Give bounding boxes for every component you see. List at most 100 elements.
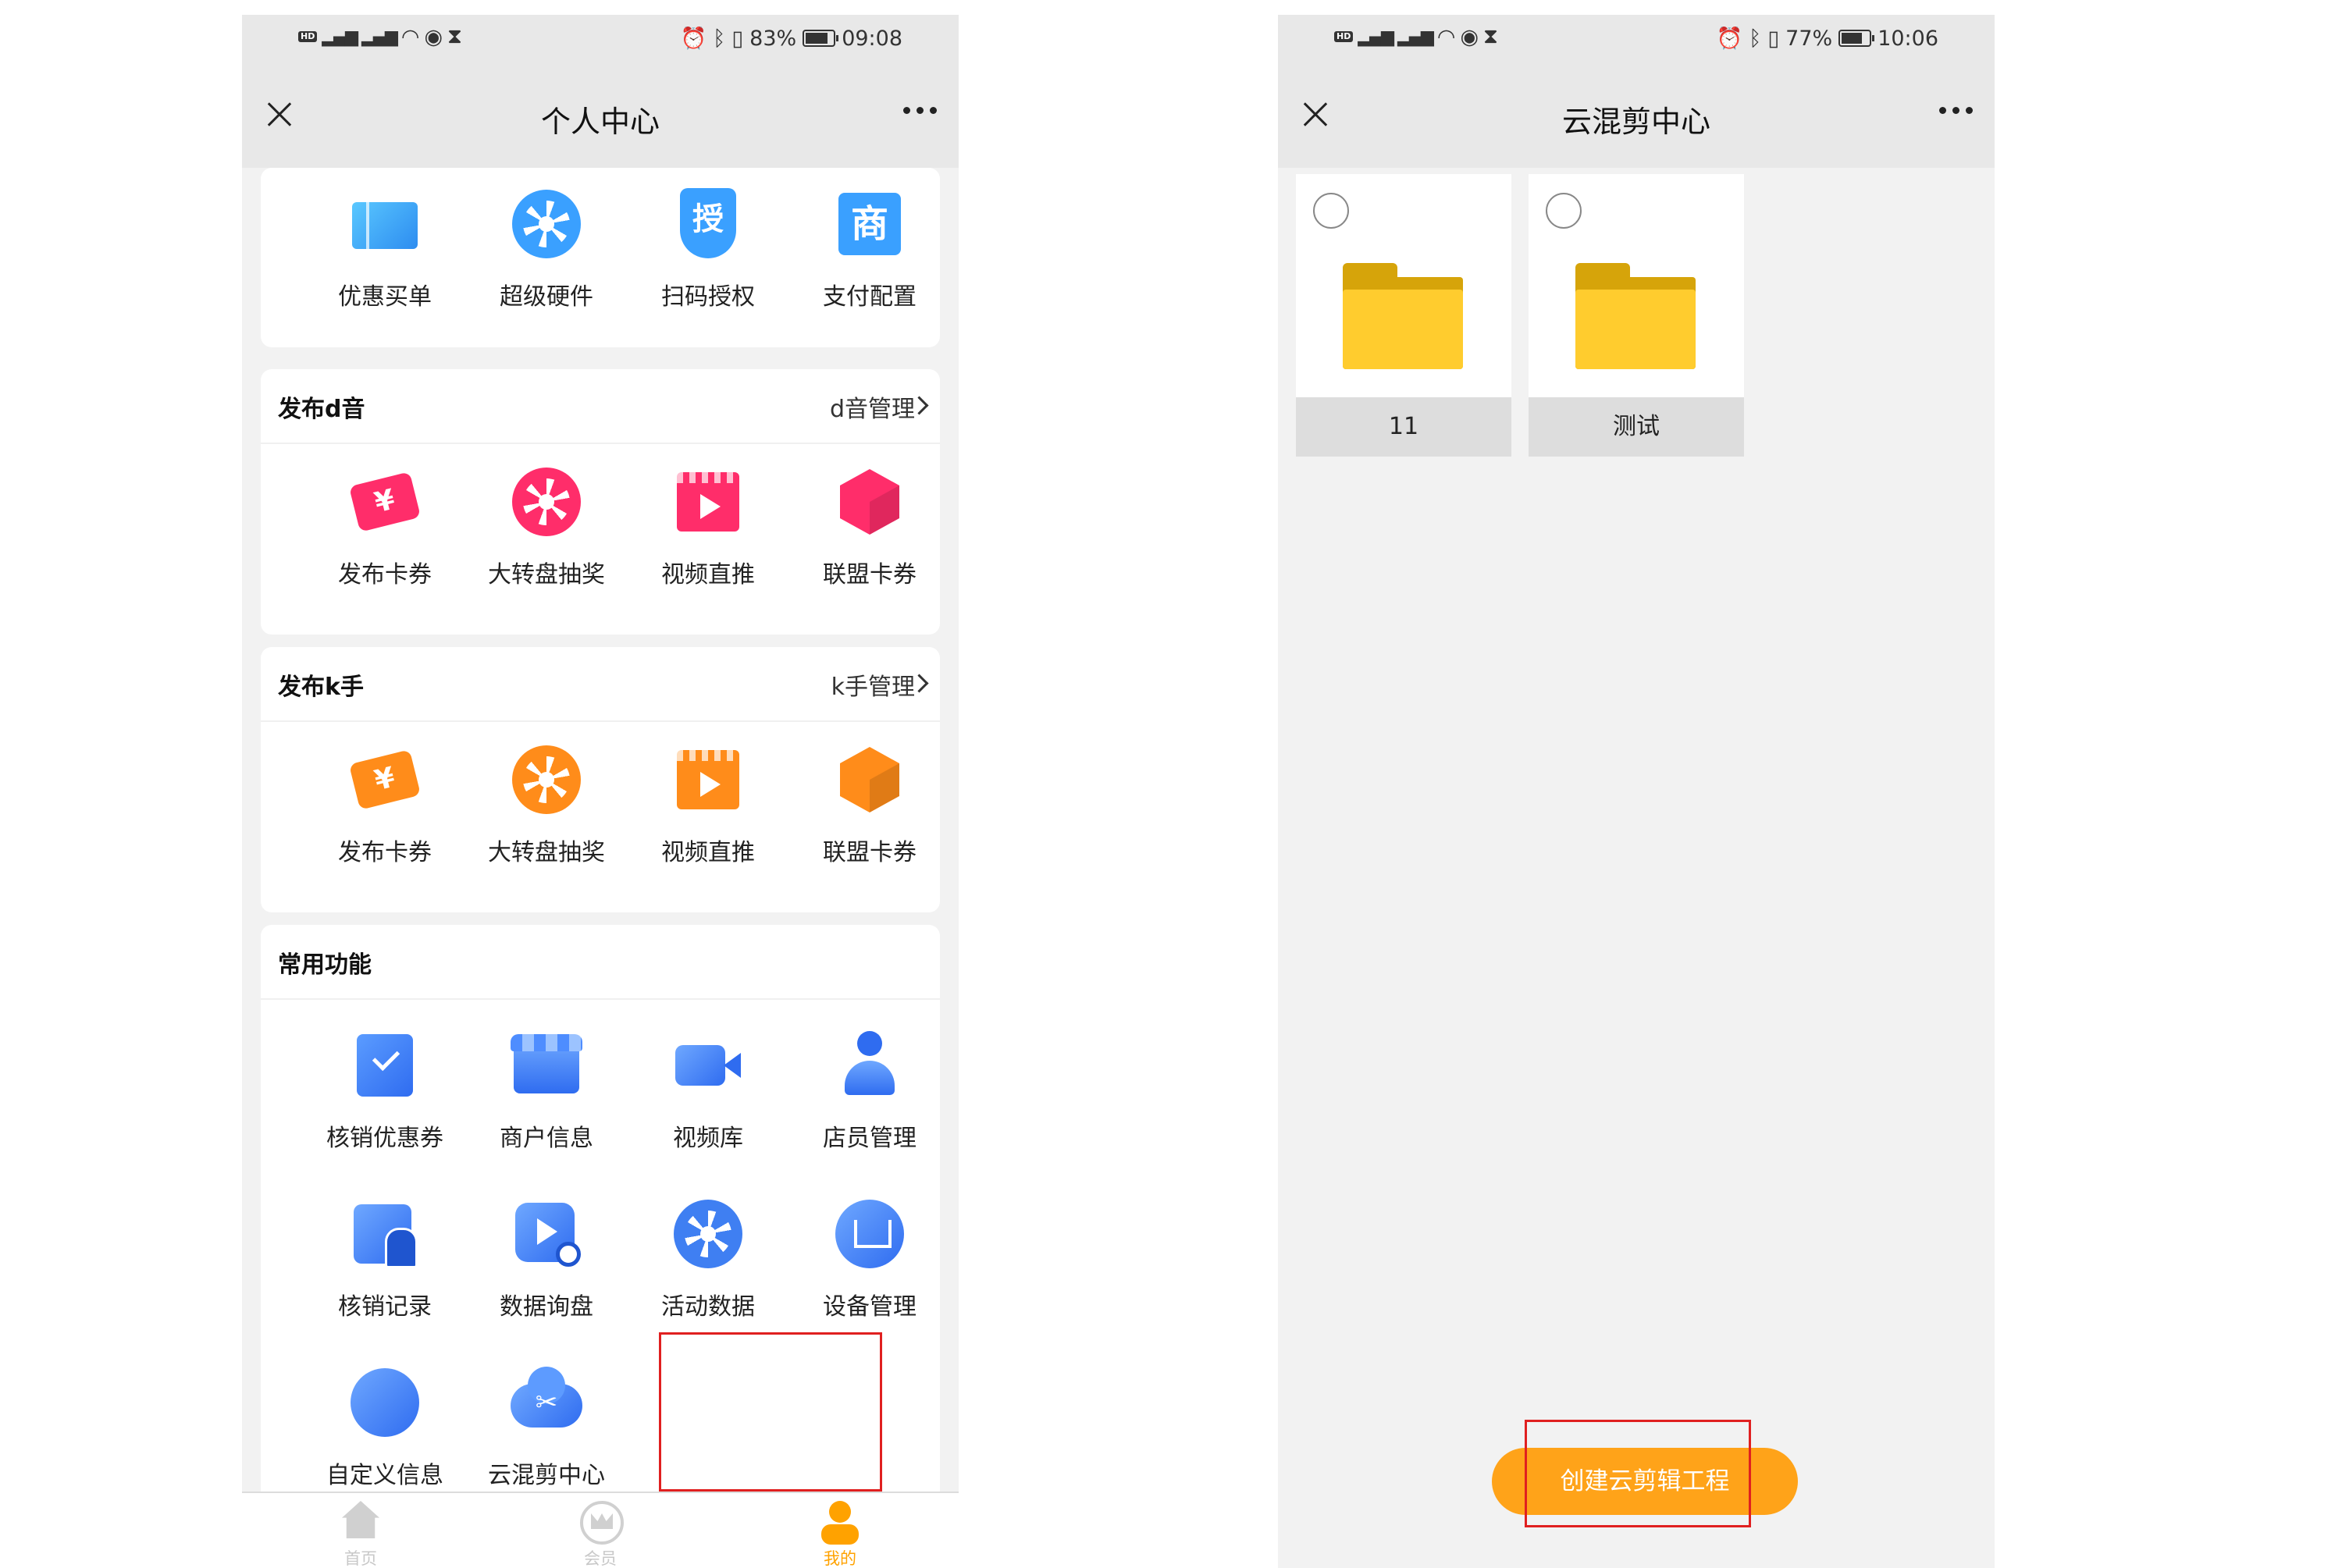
status-time: 10:06 bbox=[1878, 26, 1938, 51]
cube-icon bbox=[840, 469, 899, 535]
grid-item-shanghu-xinxi[interactable]: 商户信息 bbox=[464, 1029, 628, 1153]
alarm-icon: ⏰ bbox=[680, 27, 707, 51]
grid-item-label: 优惠买单 bbox=[338, 283, 432, 311]
tab-label: 首页 bbox=[344, 1549, 377, 1568]
hourglass-icon: ⧗ bbox=[1483, 24, 1498, 48]
grid-item-fabu-kaquan[interactable]: ¥ 发布卡券 bbox=[303, 466, 467, 589]
folder-card[interactable]: 测试 bbox=[1529, 174, 1744, 457]
status-bar: HD ▂▄▆ ▂▄▆ ◠ ◉ ⧗ ⏰ ᛒ ▯ 83% 09:08 bbox=[242, 15, 959, 71]
page-title: 个人中心 bbox=[540, 105, 660, 139]
battery-percent: 83% bbox=[749, 26, 797, 51]
ticket-icon bbox=[352, 202, 418, 249]
record-icon bbox=[354, 1204, 418, 1268]
grid-item-label: 自定义信息 bbox=[326, 1462, 443, 1489]
eye-icon: ◉ bbox=[424, 24, 443, 49]
tab-label: 会员 bbox=[584, 1549, 617, 1568]
grid-item-label: 联盟卡券 bbox=[823, 561, 917, 588]
select-radio[interactable] bbox=[1546, 193, 1582, 229]
tab-vip[interactable]: 会员 bbox=[546, 1501, 655, 1568]
content-scroll[interactable]: 优惠买单 超级硬件 授 扫码授权 商 支付配置 发布d音 d音管理 ¥ 发布卡券… bbox=[242, 168, 959, 1492]
grid-item-saoma[interactable]: 授 扫码授权 bbox=[626, 188, 790, 311]
grid-item-lianmeng[interactable]: 联盟卡券 bbox=[788, 466, 952, 589]
grid-item-shipinku[interactable]: 视频库 bbox=[626, 1029, 790, 1153]
battery-icon bbox=[803, 30, 839, 47]
staff-icon bbox=[845, 1031, 895, 1100]
signal-icon: ▂▄▆ bbox=[1358, 27, 1394, 47]
grid-item-lianmeng[interactable]: 联盟卡券 bbox=[788, 744, 952, 867]
grid-item-label: 核销优惠券 bbox=[326, 1125, 443, 1152]
card-header: 常用功能 bbox=[261, 925, 940, 1000]
hd-badge: HD bbox=[298, 31, 318, 42]
card-manage-link[interactable]: d音管理 bbox=[830, 389, 915, 424]
card-douyin: 发布d音 d音管理 ¥ 发布卡券 大转盘抽奖 视频直推 联盟卡券 bbox=[261, 369, 940, 635]
play-search-icon bbox=[515, 1203, 581, 1267]
folder-card[interactable]: 11 bbox=[1296, 174, 1511, 457]
grid-item-label: 扫码授权 bbox=[661, 283, 755, 311]
grid-item-dazhuanpan[interactable]: 大转盘抽奖 bbox=[464, 744, 628, 867]
store-icon: 商 bbox=[838, 193, 901, 255]
vibrate-icon: ▯ bbox=[1767, 26, 1780, 51]
grid-item-label: 视频库 bbox=[673, 1125, 743, 1152]
status-left: HD ▂▄▆ ▂▄▆ ◠ ◉ ⧗ bbox=[1334, 24, 1498, 49]
more-icon[interactable] bbox=[1939, 107, 1973, 114]
shop-icon bbox=[511, 1034, 582, 1093]
grid-item-label: 大转盘抽奖 bbox=[488, 561, 605, 588]
grid-item-label: 活动数据 bbox=[661, 1293, 755, 1321]
grid-item-dianyuan[interactable]: 店员管理 bbox=[788, 1029, 952, 1153]
card-title: 常用功能 bbox=[278, 951, 372, 979]
cloud-scissors-icon: ✂ bbox=[511, 1367, 582, 1428]
grid-item-label: 发布卡券 bbox=[338, 839, 432, 866]
battery-icon bbox=[1838, 30, 1875, 47]
grid-item-label: 支付配置 bbox=[823, 283, 917, 311]
select-radio[interactable] bbox=[1313, 193, 1349, 229]
custom-info-icon bbox=[351, 1368, 419, 1437]
highlight-box-yunhunjian bbox=[659, 1332, 882, 1492]
grid-item-label: 超级硬件 bbox=[500, 283, 593, 311]
me-icon bbox=[818, 1501, 862, 1545]
grid-item-fabu-kaquan[interactable]: ¥ 发布卡券 bbox=[303, 744, 467, 867]
wheel-icon bbox=[674, 1200, 742, 1268]
grid-item-yunhunjian[interactable]: ✂ 云混剪中心 bbox=[464, 1367, 628, 1490]
card-manage-link[interactable]: k手管理 bbox=[831, 667, 915, 702]
status-left: HD ▂▄▆ ▂▄▆ ◠ ◉ ⧗ bbox=[298, 24, 462, 49]
grid-item-hexiao-youhuiquan[interactable]: 核销优惠券 bbox=[303, 1029, 467, 1153]
card-kuaishou: 发布k手 k手管理 ¥ 发布卡券 大转盘抽奖 视频直推 联盟卡券 bbox=[261, 647, 940, 912]
shield-icon: 授 bbox=[680, 188, 736, 258]
grid-item-shipin[interactable]: 视频直推 bbox=[626, 466, 790, 589]
grid-item-hexiao-jilu[interactable]: 核销记录 bbox=[303, 1198, 467, 1321]
status-right: ⏰ ᛒ ▯ 83% 09:08 bbox=[680, 26, 902, 52]
folder-name: 测试 bbox=[1529, 397, 1744, 457]
grid-item-huodong-shuju[interactable]: 活动数据 bbox=[626, 1198, 790, 1321]
grid-item-shebei[interactable]: 设备管理 bbox=[788, 1198, 952, 1321]
grid-item-youhui[interactable]: 优惠买单 bbox=[303, 188, 467, 311]
grid-item-label: 联盟卡券 bbox=[823, 839, 917, 866]
grid-item-label: 店员管理 bbox=[823, 1125, 917, 1152]
tab-home[interactable]: 首页 bbox=[306, 1501, 415, 1568]
grid-item-label: 数据询盘 bbox=[500, 1293, 593, 1321]
grid-item-label: 视频直推 bbox=[661, 839, 755, 866]
grid-item-dazhuanpan[interactable]: 大转盘抽奖 bbox=[464, 466, 628, 589]
tab-me[interactable]: 我的 bbox=[785, 1501, 895, 1568]
grid-item-label: 大转盘抽奖 bbox=[488, 839, 605, 866]
hd-badge: HD bbox=[1334, 31, 1354, 42]
grid-item-label: 设备管理 bbox=[823, 1293, 917, 1321]
grid-item-shipin[interactable]: 视频直推 bbox=[626, 744, 790, 867]
right-phone-screen: HD ▂▄▆ ▂▄▆ ◠ ◉ ⧗ ⏰ ᛒ ▯ 77% 10:06 云混剪中心 1… bbox=[1278, 15, 1995, 1568]
grid-item-zhifu[interactable]: 商 支付配置 bbox=[788, 188, 952, 311]
check-receipt-icon bbox=[357, 1034, 413, 1097]
folder-icon bbox=[1575, 263, 1696, 369]
grid-item-chaoji[interactable]: 超级硬件 bbox=[464, 188, 628, 311]
grid-item-shuju-xunpan[interactable]: 数据询盘 bbox=[464, 1198, 628, 1321]
wheel-icon bbox=[512, 190, 581, 258]
card-header: 发布k手 k手管理 bbox=[261, 647, 940, 722]
more-icon[interactable] bbox=[903, 107, 937, 114]
wheel-icon bbox=[512, 468, 581, 536]
grid-item-zidingyi[interactable]: 自定义信息 bbox=[303, 1367, 467, 1490]
status-time: 09:08 bbox=[842, 26, 902, 51]
coupon-icon: ¥ bbox=[348, 749, 422, 810]
bluetooth-icon: ᛒ bbox=[713, 26, 726, 51]
page-title: 云混剪中心 bbox=[1561, 105, 1710, 139]
nav-bar: 个人中心 bbox=[242, 71, 959, 168]
bluetooth-icon: ᛒ bbox=[1749, 26, 1762, 51]
signal-icon: ▂▄▆ bbox=[322, 27, 358, 47]
